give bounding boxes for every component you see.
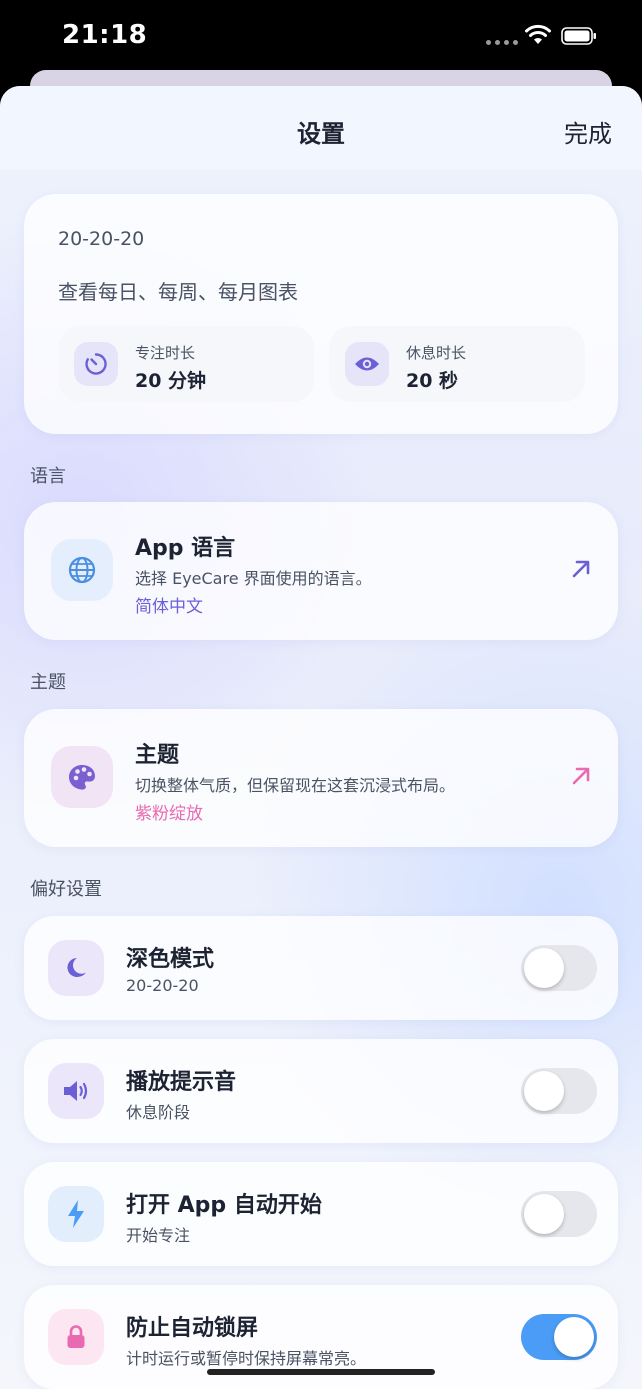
summary-title: 20-20-20 [58, 228, 145, 250]
cellular-signal-icon [486, 40, 518, 45]
battery-icon [561, 27, 596, 45]
dark-mode-toggle[interactable] [521, 945, 597, 991]
palette-icon [51, 746, 113, 808]
dark-mode-row[interactable]: 深色模式 20-20-20 [24, 916, 618, 1020]
home-indicator [207, 1369, 435, 1375]
auto-start-title: 打开 App 自动开始 [126, 1193, 322, 1218]
app-language-row[interactable]: App 语言 选择 EyeCare 界面使用的语言。 简体中文 [24, 502, 618, 640]
keep-screen-on-title: 防止自动锁屏 [126, 1316, 259, 1341]
lightning-icon [48, 1186, 104, 1242]
section-label-preferences: 偏好设置 [30, 879, 102, 900]
dark-mode-subtitle: 20-20-20 [126, 976, 199, 995]
app-language-value: 简体中文 [135, 597, 203, 617]
auto-start-subtitle: 开始专注 [126, 1226, 191, 1245]
section-label-language: 语言 [30, 466, 66, 487]
charts-link[interactable]: 查看每日、每周、每月图表 [58, 276, 298, 305]
status-bar: 21:18 [0, 0, 642, 72]
toggle-knob [554, 1317, 594, 1357]
eye-icon [345, 342, 389, 386]
moon-icon [48, 940, 104, 996]
alert-sound-toggle[interactable] [521, 1068, 597, 1114]
focus-duration-stat[interactable]: 专注时长 20 分钟 [58, 326, 314, 402]
focus-duration-label: 专注时长 [135, 344, 196, 362]
lock-icon [48, 1309, 104, 1365]
toggle-knob [524, 1071, 564, 1111]
status-time: 21:18 [62, 20, 148, 50]
settings-sheet: 设置 完成 20-20-20 查看每日、每周、每月图表 专注时长 20 分钟 休… [0, 86, 642, 1389]
timer-icon [74, 342, 118, 386]
dark-mode-title: 深色模式 [126, 947, 215, 972]
globe-icon [51, 539, 113, 601]
auto-start-row[interactable]: 打开 App 自动开始 开始专注 [24, 1162, 618, 1266]
rest-duration-stat[interactable]: 休息时长 20 秒 [329, 326, 585, 402]
wifi-icon [525, 24, 551, 44]
nav-bar: 设置 完成 [0, 86, 642, 170]
toggle-knob [524, 1194, 564, 1234]
keep-screen-on-subtitle: 计时运行或暂停时保持屏幕常亮。 [126, 1349, 367, 1368]
toggle-knob [524, 948, 564, 988]
rest-duration-value: 20 秒 [406, 370, 459, 392]
theme-value: 紫粉绽放 [135, 804, 203, 824]
section-label-theme: 主题 [30, 672, 66, 693]
arrow-up-right-icon [572, 560, 590, 578]
theme-title: 主题 [135, 743, 180, 768]
auto-start-toggle[interactable] [521, 1191, 597, 1237]
alert-sound-title: 播放提示音 [126, 1070, 237, 1095]
alert-sound-row[interactable]: 播放提示音 休息阶段 [24, 1039, 618, 1143]
arrow-up-right-icon [572, 767, 590, 785]
theme-row[interactable]: 主题 切换整体气质，但保留现在这套沉浸式布局。 紫粉绽放 [24, 709, 618, 847]
rest-duration-label: 休息时长 [406, 344, 467, 362]
page-title: 设置 [297, 120, 345, 148]
app-language-title: App 语言 [135, 536, 236, 561]
app-language-description: 选择 EyeCare 界面使用的语言。 [135, 569, 372, 588]
theme-description: 切换整体气质，但保留现在这套沉浸式布局。 [135, 776, 456, 795]
alert-sound-subtitle: 休息阶段 [126, 1103, 191, 1122]
speaker-icon [48, 1063, 104, 1119]
focus-duration-value: 20 分钟 [135, 370, 207, 392]
done-button[interactable]: 完成 [564, 114, 612, 149]
summary-card: 20-20-20 查看每日、每周、每月图表 专注时长 20 分钟 休息时长 20… [24, 194, 618, 434]
keep-screen-on-toggle[interactable] [521, 1314, 597, 1360]
